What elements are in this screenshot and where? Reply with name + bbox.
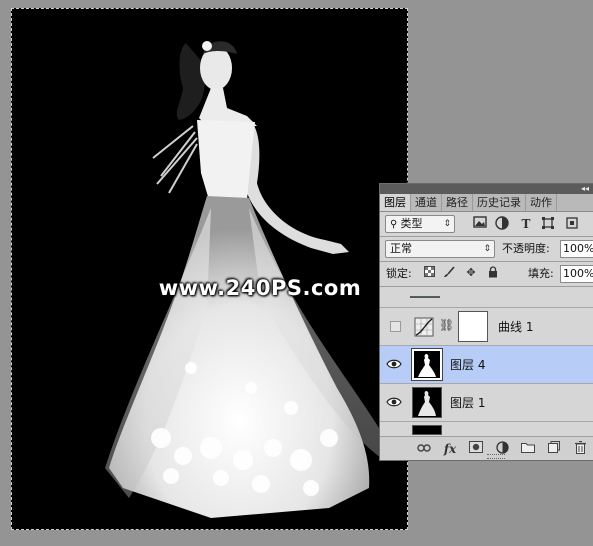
search-icon: ⚲ <box>390 219 401 230</box>
curves-adjustment-icon <box>414 317 434 337</box>
smart-object-filter-icon[interactable] <box>564 216 580 232</box>
layer-row-layer-4[interactable]: 图层 4 <box>380 346 593 384</box>
fill-input[interactable]: 100% <box>560 265 593 283</box>
blend-mode-dropdown[interactable]: 正常 ⇕ <box>385 240 495 258</box>
folder-icon[interactable] <box>520 441 536 457</box>
blend-row: 正常 ⇕ 不透明度: 100% <box>380 237 593 261</box>
mask-link-chain-icon[interactable]: ⛓ <box>439 318 454 332</box>
layer-thumbnail <box>412 425 442 435</box>
layer-row-layer-1[interactable]: 图层 1 <box>380 384 593 422</box>
layer-row-partial[interactable] <box>380 422 593 436</box>
shape-filter-icon[interactable] <box>540 216 556 232</box>
divider <box>380 286 593 287</box>
lock-position-move-icon[interactable]: ✥ <box>464 266 478 280</box>
link-icon[interactable] <box>416 441 432 457</box>
adjustment-filter-icon[interactable] <box>494 216 510 232</box>
layer-name-curves-1[interactable]: 曲线 1 <box>498 319 533 335</box>
panel-tabs: 图层 通道 路径 历史记录 动作 <box>380 194 593 212</box>
lock-row: 锁定: ✥ 填充: 100% <box>380 262 593 286</box>
text-filter-icon[interactable]: T <box>518 216 534 232</box>
trash-icon[interactable] <box>572 440 588 457</box>
document-canvas[interactable] <box>11 8 408 530</box>
panel-footer: fx <box>380 436 593 460</box>
fill-label: 填充: <box>528 267 554 280</box>
lock-image-pixels-brush-icon[interactable] <box>442 266 456 280</box>
filter-row: ⚲ 类型 ⇕ T <box>380 212 593 236</box>
tab-history[interactable]: 历史记录 <box>473 194 526 211</box>
layer-thumbnail[interactable] <box>411 348 443 381</box>
panel-title-bar[interactable]: ◂◂ <box>380 184 593 194</box>
layer-row-partial[interactable] <box>380 296 593 308</box>
blend-mode-label: 正常 <box>390 242 412 255</box>
filter-kind-dropdown[interactable]: ⚲ 类型 ⇕ <box>385 215 455 233</box>
layer-thumbnail[interactable] <box>412 387 442 418</box>
chevron-updown-icon: ⇕ <box>443 219 451 229</box>
layer-thumbnail <box>410 296 440 298</box>
layer-mask-thumbnail[interactable] <box>458 311 488 342</box>
bride-silhouette-image <box>105 41 381 518</box>
lock-label: 锁定: <box>386 267 412 280</box>
new-layer-icon[interactable] <box>546 441 562 457</box>
fx-icon[interactable]: fx <box>442 441 458 457</box>
tab-channels[interactable]: 通道 <box>411 194 442 211</box>
tab-paths[interactable]: 路径 <box>442 194 473 211</box>
layer-name-layer-1[interactable]: 图层 1 <box>450 395 485 411</box>
image-filter-icon[interactable] <box>472 216 488 232</box>
layers-panel[interactable]: ◂◂ 图层 通道 路径 历史记录 动作 ⚲ 类型 ⇕ T 正常 ⇕ 不透明度: … <box>379 183 593 461</box>
tab-layers[interactable]: 图层 <box>380 194 411 211</box>
resize-grip[interactable] <box>487 454 505 459</box>
layer-name-layer-4[interactable]: 图层 4 <box>450 357 485 373</box>
opacity-label: 不透明度: <box>502 242 550 255</box>
layer-list[interactable]: ⛓ 曲线 1 图层 4 图层 1 <box>380 296 593 436</box>
eye-visibility-icon[interactable] <box>386 358 402 370</box>
tab-actions[interactable]: 动作 <box>526 194 557 211</box>
visibility-toggle-off[interactable] <box>390 321 401 332</box>
filter-kind-label: 类型 <box>400 217 423 230</box>
eye-visibility-icon[interactable] <box>386 396 402 408</box>
watermark-text: www.240PS.com <box>158 276 362 300</box>
collapse-double-arrow-icon[interactable]: ◂◂ <box>581 184 589 194</box>
lock-transparent-pixels-icon[interactable] <box>422 266 436 280</box>
lock-all-icon[interactable] <box>486 266 500 280</box>
chevron-updown-icon: ⇕ <box>483 244 491 254</box>
opacity-input[interactable]: 100% <box>560 240 593 258</box>
layer-row-curves-1[interactable]: ⛓ 曲线 1 <box>380 308 593 346</box>
mask-icon[interactable] <box>468 441 484 457</box>
